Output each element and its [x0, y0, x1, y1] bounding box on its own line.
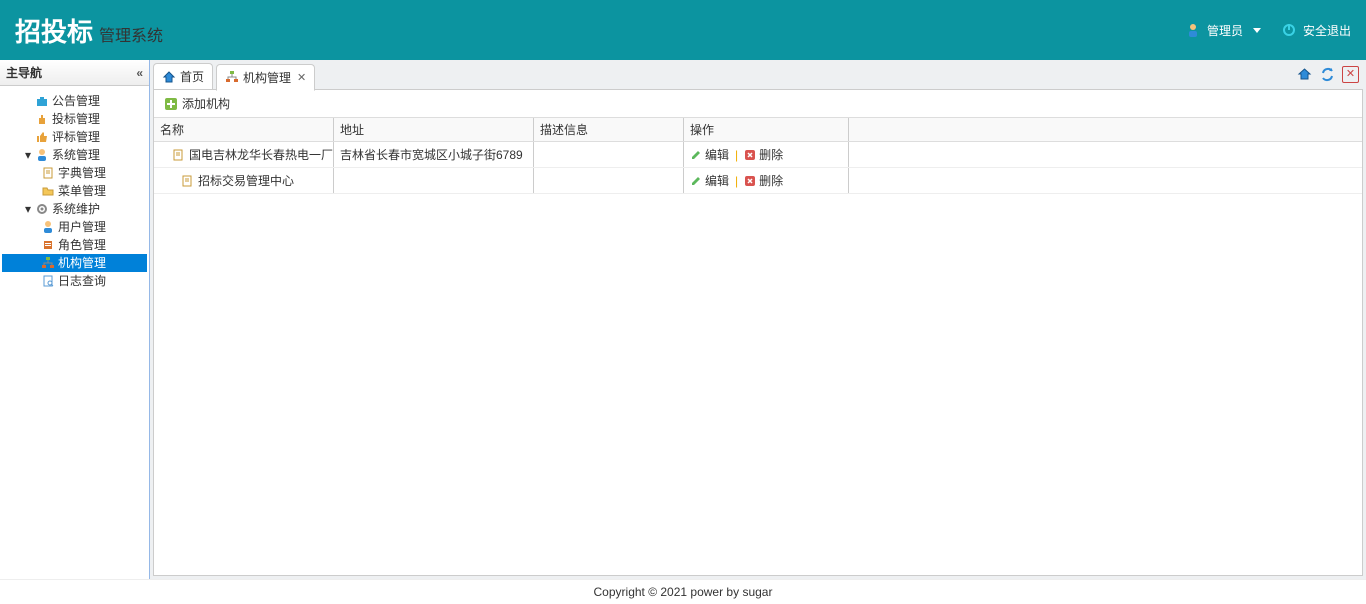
footer: Copyright © 2021 power by sugar [0, 579, 1366, 603]
folder-icon [40, 183, 56, 199]
tool-home-button[interactable] [1296, 66, 1313, 83]
sidebar-item-roles[interactable]: 角色管理 [2, 236, 147, 254]
sidebar-item-dict[interactable]: 字典管理 [2, 164, 147, 182]
cell-name: 招标交易管理中心 [154, 168, 334, 193]
org-icon [40, 255, 56, 271]
main-area: 主导航 « 公告管理投标管理评标管理 ▾ 系统管理字典管理菜单管理 ▾ 系统维护用户管理… [0, 60, 1366, 579]
col-header-address[interactable]: 地址 [334, 118, 534, 141]
col-header-rest [849, 118, 1362, 141]
user-icon [1185, 22, 1201, 38]
col-header-op: 操作 [684, 118, 849, 141]
user-icon [34, 147, 50, 163]
col-header-desc[interactable]: 描述信息 [534, 118, 684, 141]
tab-home[interactable]: 首页 [153, 63, 213, 89]
tree-expand-icon[interactable]: ▾ [22, 146, 34, 164]
add-button[interactable]: 添加机构 [160, 93, 234, 114]
toolbar: 添加机构 [154, 90, 1362, 118]
doc-icon [180, 174, 194, 188]
org-icon [225, 70, 239, 84]
home-icon [162, 70, 176, 84]
edit-button[interactable]: 编辑 [690, 146, 729, 163]
sidebar-item-label: 角色管理 [58, 236, 106, 254]
doc-icon [171, 148, 185, 162]
sidebar-collapse-button[interactable]: « [136, 66, 143, 80]
tab-close-icon[interactable]: ✕ [297, 71, 306, 84]
tool-refresh-button[interactable] [1319, 66, 1336, 83]
app-logo: 招投标 管理系统 [15, 12, 163, 49]
delete-button[interactable]: 删除 [744, 146, 783, 163]
sidebar-item-users[interactable]: 用户管理 [2, 218, 147, 236]
briefcase-icon [34, 93, 50, 109]
logo-sub-text: 管理系统 [99, 22, 163, 46]
cell-address [334, 168, 534, 193]
sidebar-header: 主导航 « [0, 60, 149, 86]
sidebar-item-menu[interactable]: 菜单管理 [2, 182, 147, 200]
tab-strip: 首页 机构管理 ✕ ✕ [153, 63, 1363, 89]
sidebar-item-label: 菜单管理 [58, 182, 106, 200]
user-label: 管理员 [1207, 22, 1243, 39]
sidebar-item-label: 公告管理 [52, 92, 100, 110]
edit-button[interactable]: 编辑 [690, 172, 729, 189]
sidebar-item-label: 用户管理 [58, 218, 106, 236]
tab-tools: ✕ [1296, 66, 1359, 83]
sidebar-item-announcement[interactable]: 公告管理 [2, 92, 147, 110]
sidebar-item-label: 系统维护 [52, 200, 100, 218]
sidebar-item-sysmaint[interactable]: ▾ 系统维护 [2, 200, 147, 218]
data-grid: 名称 地址 描述信息 操作 国电吉林龙华长春热电一厂吉林省长春市宽城区小城子街6… [154, 118, 1362, 194]
thumb-icon [34, 129, 50, 145]
logo-main-text: 招投标 [15, 12, 93, 49]
content-area: 首页 机构管理 ✕ ✕ [150, 60, 1366, 579]
tab-org[interactable]: 机构管理 ✕ [216, 64, 315, 91]
sidebar-item-org[interactable]: 机构管理 [2, 254, 147, 272]
sidebar-item-label: 系统管理 [52, 146, 100, 164]
hand-icon [34, 111, 50, 127]
table-row[interactable]: 招标交易管理中心 编辑|删除 [154, 168, 1362, 194]
chevron-down-icon [1253, 28, 1261, 33]
user-icon [40, 219, 56, 235]
cell-op: 编辑|删除 [684, 168, 849, 193]
cell-op: 编辑|删除 [684, 142, 849, 167]
table-row[interactable]: 国电吉林龙华长春热电一厂吉林省长春市宽城区小城子街6789 编辑|删除 [154, 142, 1362, 168]
sidebar-item-label: 机构管理 [58, 254, 106, 272]
sidebar-item-label: 日志查询 [58, 272, 106, 290]
delete-button[interactable]: 删除 [744, 172, 783, 189]
app-header: 招投标 管理系统 管理员 安全退出 [0, 0, 1366, 60]
tool-close-button[interactable]: ✕ [1342, 66, 1359, 83]
tree-expand-icon[interactable]: ▾ [22, 200, 34, 218]
main-panel: 添加机构 名称 地址 描述信息 操作 国电吉林龙华长春热电一厂吉林省长春市宽城区… [153, 89, 1363, 576]
log-icon [40, 273, 56, 289]
grid-header: 名称 地址 描述信息 操作 [154, 118, 1362, 142]
sidebar-item-eval[interactable]: 评标管理 [2, 128, 147, 146]
logout-button[interactable]: 安全退出 [1281, 22, 1351, 39]
cell-desc [534, 168, 684, 193]
add-icon [164, 97, 178, 111]
cell-name: 国电吉林龙华长春热电一厂 [154, 142, 334, 167]
logout-label: 安全退出 [1303, 22, 1351, 39]
sidebar-item-label: 投标管理 [52, 110, 100, 128]
footer-text: Copyright © 2021 power by sugar [594, 585, 773, 599]
tab-org-label: 机构管理 [243, 69, 291, 86]
col-header-name[interactable]: 名称 [154, 118, 334, 141]
sidebar-item-sysmgmt[interactable]: ▾ 系统管理 [2, 146, 147, 164]
user-menu[interactable]: 管理员 [1185, 22, 1261, 39]
add-label: 添加机构 [182, 95, 230, 112]
header-right: 管理员 安全退出 [1185, 22, 1351, 39]
power-icon [1281, 22, 1297, 38]
sidebar: 主导航 « 公告管理投标管理评标管理 ▾ 系统管理字典管理菜单管理 ▾ 系统维护用户管理… [0, 60, 150, 579]
cell-desc [534, 142, 684, 167]
sidebar-item-logs[interactable]: 日志查询 [2, 272, 147, 290]
sidebar-item-label: 评标管理 [52, 128, 100, 146]
tab-home-label: 首页 [180, 68, 204, 85]
cell-address: 吉林省长春市宽城区小城子街6789 [334, 142, 534, 167]
nav-tree: 公告管理投标管理评标管理 ▾ 系统管理字典管理菜单管理 ▾ 系统维护用户管理角色管理机构… [0, 86, 149, 579]
gear-icon [34, 201, 50, 217]
doc-icon [40, 165, 56, 181]
sidebar-title: 主导航 [6, 64, 42, 81]
sidebar-item-label: 字典管理 [58, 164, 106, 182]
sidebar-item-bid[interactable]: 投标管理 [2, 110, 147, 128]
role-icon [40, 237, 56, 253]
